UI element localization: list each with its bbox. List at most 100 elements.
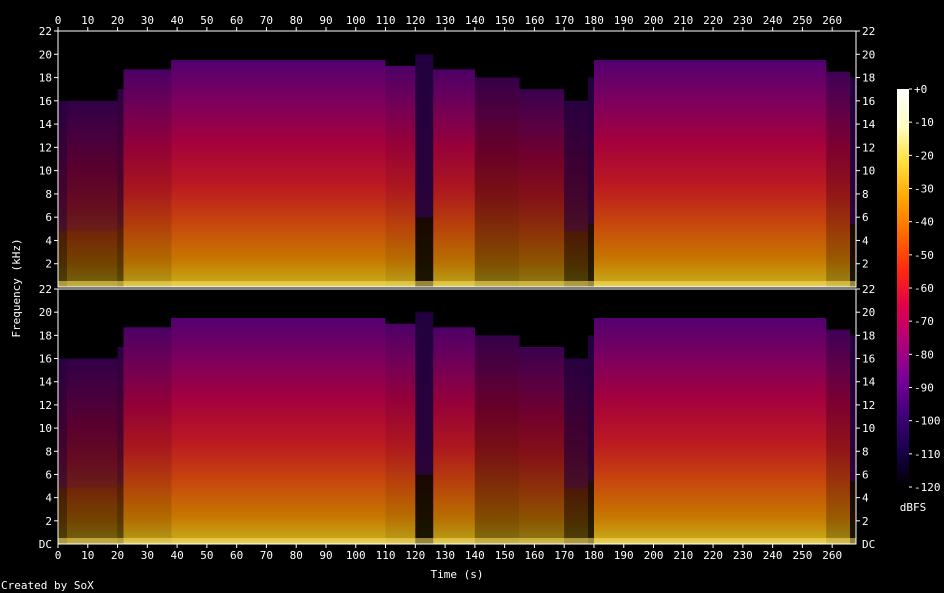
colorbar-gradient — [897, 89, 909, 487]
y-tick-label-left: 22 — [39, 283, 52, 296]
colorbar-tick-label: -120 — [914, 481, 941, 494]
spectral-segment-shade — [564, 358, 588, 489]
x-tick-label-top: 40 — [170, 14, 183, 27]
spectral-segment — [826, 71, 850, 287]
spectral-segment-shade — [117, 89, 124, 228]
y-tick-label-right: 22 — [862, 25, 875, 38]
x-tick-label-top: 100 — [346, 14, 366, 27]
y-dc-label-left: DC — [39, 538, 52, 551]
spectral-segment — [474, 335, 520, 544]
x-tick-label-bottom: 200 — [644, 549, 664, 562]
sox-credit: Created by SoX — [1, 579, 94, 592]
x-tick-label-top: 110 — [376, 14, 396, 27]
x-tick-label-top: 260 — [822, 14, 842, 27]
x-tick-label-top: 190 — [614, 14, 634, 27]
x-tick-label-bottom: 250 — [792, 549, 812, 562]
x-tick-label-top: 120 — [405, 14, 425, 27]
y-tick-label-right: 6 — [862, 468, 869, 481]
y-tick-label-left: 18 — [39, 329, 52, 342]
x-tick-label-top: 20 — [111, 14, 124, 27]
x-tick-label-top: 60 — [230, 14, 243, 27]
x-tick-label-top: 240 — [763, 14, 783, 27]
x-tick-label-bottom: 80 — [290, 549, 303, 562]
x-tick-label-top: 90 — [319, 14, 332, 27]
spectral-segment — [594, 60, 827, 287]
y-tick-label-right: 4 — [862, 234, 869, 247]
y-tick-label-right: 14 — [862, 376, 876, 389]
x-tick-label-top: 230 — [733, 14, 753, 27]
colorbar-tick-label: +0 — [914, 83, 927, 96]
colorbar-tick-label: -50 — [914, 249, 934, 262]
x-tick-label-top: 130 — [435, 14, 455, 27]
y-tick-label-left: 12 — [39, 399, 52, 412]
y-tick-label-right: 12 — [862, 141, 875, 154]
y-tick-label-right: 2 — [862, 515, 869, 528]
y-tick-label-left: 10 — [39, 165, 52, 178]
x-tick-label-top: 180 — [584, 14, 604, 27]
colorbar-tick-label: -110 — [914, 448, 941, 461]
spectral-segment — [171, 60, 386, 287]
spectral-segment-shade — [850, 335, 856, 482]
colorbar-tick-label: -100 — [914, 415, 941, 428]
x-tick-label-bottom: 40 — [170, 549, 183, 562]
spectrogram-chart: 0 0 10 10 20 20 30 30 40 40 50 50 60 60 70 70 80 80 90 90 10… — [1, 14, 941, 592]
spectral-segment-shade — [588, 335, 594, 482]
x-tick-label-top: 30 — [141, 14, 154, 27]
y-tick-label-left: 8 — [45, 445, 52, 458]
x-tick-label-bottom: 230 — [733, 549, 753, 562]
y-tick-label-right: 14 — [862, 118, 876, 131]
spectral-segment — [519, 347, 565, 544]
y-tick-label-left: 6 — [45, 211, 52, 224]
y-axis-title: Frequency (kHz) — [10, 238, 23, 337]
x-tick-label-bottom: 30 — [141, 549, 154, 562]
x-tick-label-bottom: 180 — [584, 549, 604, 562]
colorbar: +0 -10 -20 -30 -40 -50 -60 -70 -80 -90 -100 -110 -12… — [897, 83, 941, 494]
x-tick-label-bottom: 50 — [200, 549, 213, 562]
x-tick-label-top: 80 — [290, 14, 303, 27]
y-tick-label-right: 12 — [862, 399, 875, 412]
x-tick-label-bottom: 10 — [81, 549, 94, 562]
x-tick-label-bottom: 0 — [55, 549, 62, 562]
y-tick-label-right: 16 — [862, 95, 875, 108]
x-tick-label-bottom: 150 — [495, 549, 515, 562]
y-tick-label-left: 20 — [39, 48, 52, 61]
x-tick-label-bottom: 110 — [376, 549, 396, 562]
y-tick-label-right: 10 — [862, 422, 875, 435]
y-tick-label-left: 22 — [39, 25, 52, 38]
x-tick-label-top: 200 — [644, 14, 664, 27]
x-axis-title: Time (s) — [431, 568, 484, 581]
y-tick-label-right: 22 — [862, 283, 875, 296]
spectrogram-panels — [57, 30, 857, 545]
x-tick-label-bottom: 70 — [260, 549, 273, 562]
channel-panel-1 — [57, 30, 857, 288]
x-tick-label-top: 220 — [703, 14, 723, 27]
y-tick-label-right: 20 — [862, 48, 875, 61]
y-tick-label-left: 14 — [39, 118, 53, 131]
x-tick-label-bottom: 170 — [554, 549, 574, 562]
x-tick-label-bottom: 100 — [346, 549, 366, 562]
x-tick-label-bottom: 60 — [230, 549, 243, 562]
spectral-segment — [474, 77, 520, 287]
x-tick-label-bottom: 130 — [435, 549, 455, 562]
y-tick-label-right: 8 — [862, 188, 869, 201]
spectral-segment — [826, 329, 850, 544]
y-tick-label-left: 10 — [39, 422, 52, 435]
y-tick-label-right: 20 — [862, 306, 875, 319]
x-tick-label-bottom: 190 — [614, 549, 634, 562]
x-tick-label-bottom: 120 — [405, 549, 425, 562]
colorbar-tick-label: -40 — [914, 216, 934, 229]
y-tick-label-left: 16 — [39, 95, 52, 108]
x-tick-label-top: 50 — [200, 14, 213, 27]
spectral-segment — [433, 327, 475, 545]
spectral-segment — [385, 323, 416, 544]
channel-panel-2 — [57, 288, 857, 545]
x-tick-label-bottom: 140 — [465, 549, 485, 562]
y-tick-label-left: 4 — [45, 234, 52, 247]
spectral-segment — [123, 327, 172, 545]
spectral-segment — [123, 69, 172, 288]
y-tick-label-right: 18 — [862, 329, 875, 342]
x-tick-label-bottom: 20 — [111, 549, 124, 562]
y-tick-label-left: 2 — [45, 258, 52, 271]
y-tick-label-right: 6 — [862, 211, 869, 224]
y-tick-label-right: 2 — [862, 258, 869, 271]
